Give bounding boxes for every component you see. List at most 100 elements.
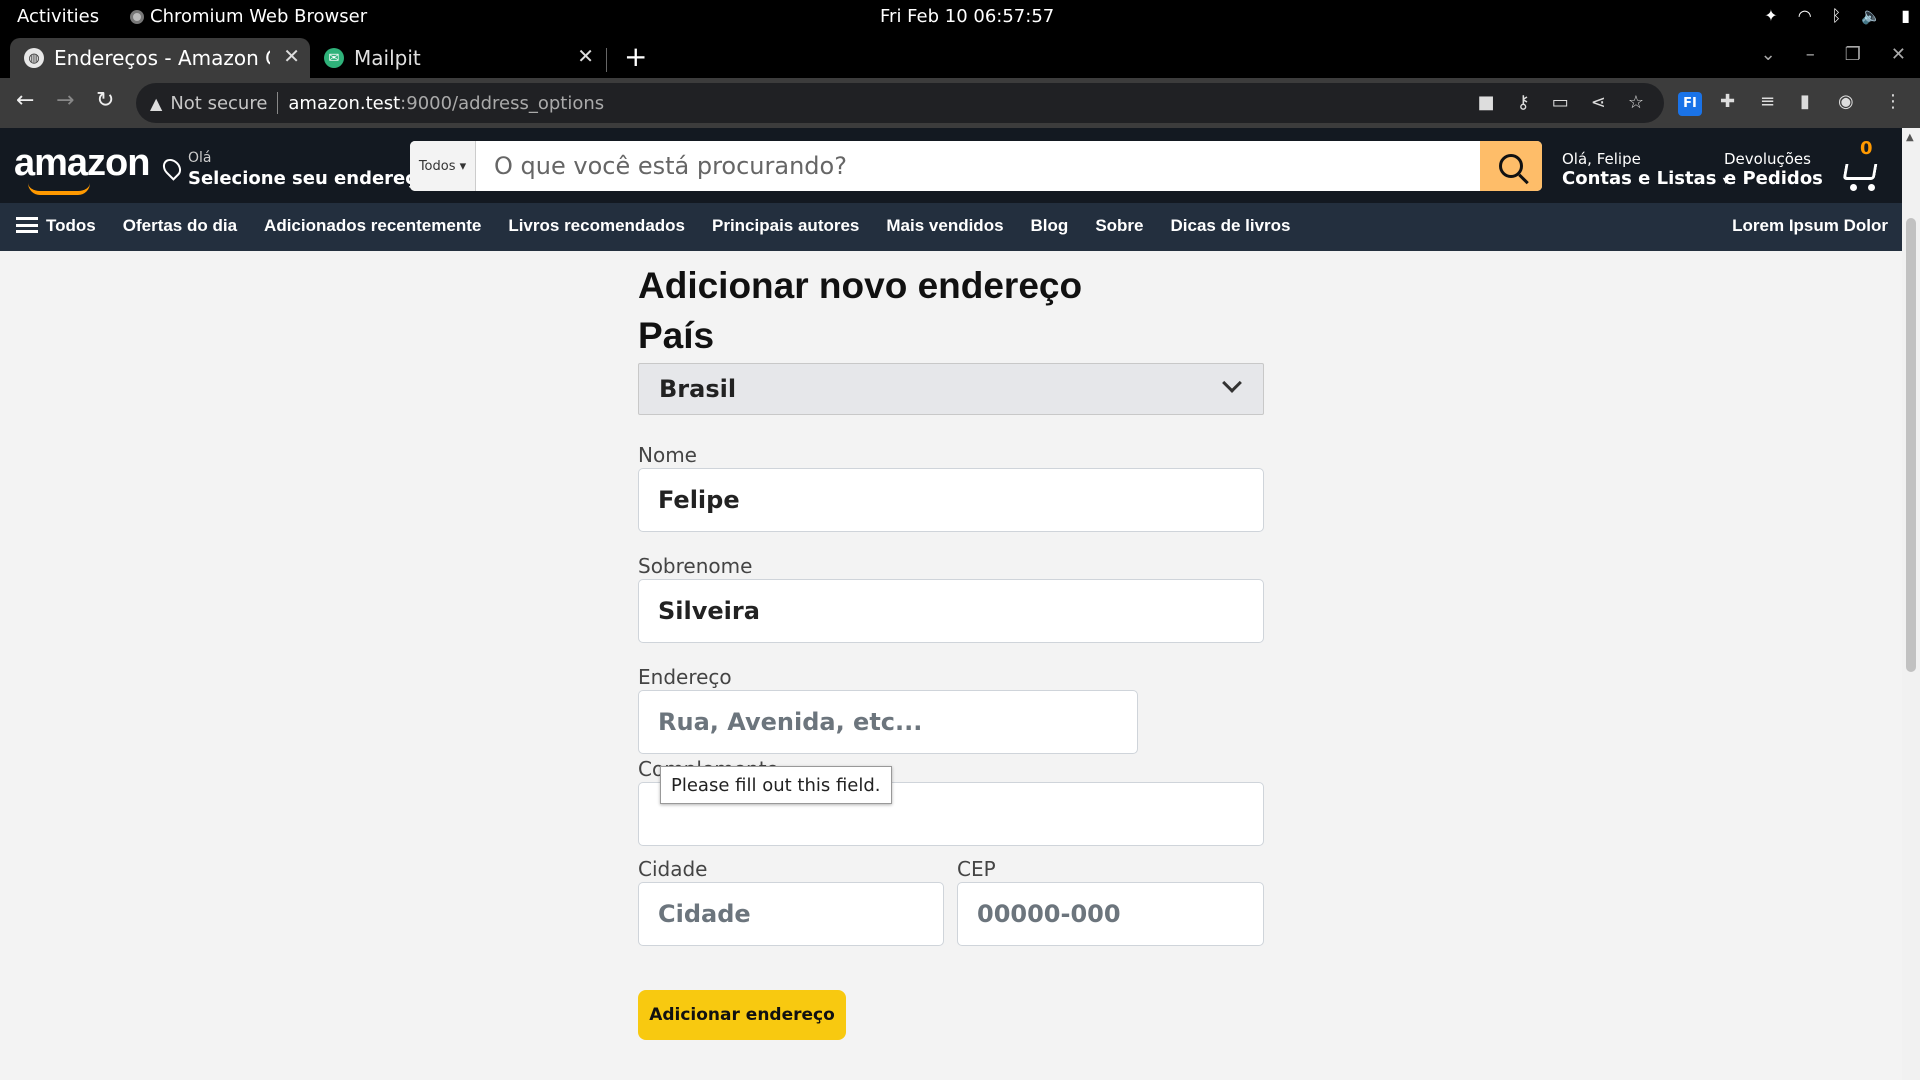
chromium-icon <box>130 9 144 24</box>
url-host: amazon.test <box>288 92 401 114</box>
extension-fi-icon[interactable]: FI <box>1678 91 1702 116</box>
card-icon[interactable]: ▭ <box>1552 92 1569 113</box>
site-header: amazon Olá Selecione seu endereço Todos … <box>0 128 1902 203</box>
nav-item-adicionados[interactable]: Adicionados recentemente <box>264 216 481 236</box>
key-icon[interactable]: ⚷ <box>1517 92 1530 113</box>
tab-strip: ◍ Endereços - Amazon Clo ✕ ✉ Mailpit ✕ <box>0 34 1920 78</box>
bookmark-star-icon[interactable]: ☆ <box>1628 92 1644 113</box>
accessibility-icon[interactable]: ✦ <box>1764 6 1777 25</box>
tab-title: Mailpit <box>354 46 421 70</box>
forward-icon[interactable]: → <box>56 88 74 113</box>
os-top-bar: Activities Chromium Web Browser Fri Feb … <box>0 0 1920 34</box>
tab-search-icon[interactable]: ⌄ <box>1761 44 1776 65</box>
search-icon <box>1499 154 1523 178</box>
search-input[interactable] <box>476 141 1480 191</box>
account-greeting: Olá, Felipe <box>1562 150 1641 168</box>
share-icon[interactable]: ⋖ <box>1591 92 1606 113</box>
search-category-label: Todos <box>418 158 456 174</box>
nav-item-principais-autores[interactable]: Principais autores <box>712 216 859 236</box>
app-name: Chromium Web Browser <box>150 6 368 27</box>
cart-wheel <box>1868 184 1875 191</box>
amazon-smile-icon <box>28 183 90 195</box>
amazon-logo[interactable]: amazon <box>14 142 150 185</box>
close-window-icon[interactable]: ✕ <box>1891 44 1906 65</box>
first-name-field[interactable] <box>638 468 1264 532</box>
location-prompt: Selecione seu endereço <box>188 168 429 189</box>
window-controls: ⌄ – ❐ ✕ <box>1761 44 1906 65</box>
security-label[interactable]: Not secure <box>170 93 267 114</box>
clock[interactable]: Fri Feb 10 06:57:57 <box>880 6 1054 27</box>
globe-icon: ◍ <box>24 48 44 68</box>
validation-tooltip: Please fill out this field. <box>660 766 892 804</box>
nav-item-promo[interactable]: Lorem Ipsum Dolor <box>1732 216 1888 236</box>
page-scrollbar[interactable]: ▲ <box>1902 128 1920 1080</box>
add-address-button[interactable]: Adicionar endereço <box>638 990 846 1040</box>
activities-button[interactable]: Activities <box>17 6 99 27</box>
city-field[interactable] <box>638 882 944 946</box>
search-button[interactable] <box>1480 141 1542 191</box>
category-nav: Todos Ofertas do dia Adicionados recente… <box>0 203 1902 251</box>
menu-kebab-icon[interactable]: ⋮ <box>1884 91 1902 112</box>
extensions-puzzle-icon[interactable]: ✚ <box>1720 91 1735 112</box>
reload-icon[interactable]: ↻ <box>96 88 114 113</box>
returns-orders[interactable]: Devoluções e Pedidos <box>1724 150 1823 189</box>
tab-title: Endereços - Amazon Clo <box>54 46 270 70</box>
nav-item-livros-recomendados[interactable]: Livros recomendados <box>508 216 685 236</box>
nav-item-mais-vendidos[interactable]: Mais vendidos <box>886 216 1003 236</box>
maximize-icon[interactable]: ❐ <box>1845 44 1861 65</box>
nav-item-todos[interactable]: Todos <box>16 216 96 236</box>
omnibox-icons: ■ ⚷ ▭ ⋖ ☆ <box>1478 92 1644 113</box>
address-bar[interactable]: ▲ Not secure amazon.test:9000/address_op… <box>136 83 1664 123</box>
bluetooth-icon[interactable]: ᛒ <box>1832 6 1842 25</box>
tab-divider <box>606 48 607 72</box>
media-control-icon[interactable]: ≡ <box>1760 91 1775 112</box>
battery-icon[interactable]: ▮ <box>1901 6 1910 25</box>
volume-icon[interactable]: 🔈 <box>1861 6 1881 25</box>
returns-line2: e Pedidos <box>1724 168 1823 189</box>
last-name-field[interactable] <box>638 579 1264 643</box>
cart-count: 0 <box>1860 138 1873 159</box>
wifi-icon[interactable]: ◠ <box>1798 6 1812 25</box>
nav-item-ofertas[interactable]: Ofertas do dia <box>123 216 237 236</box>
tab-mailpit[interactable]: ✉ Mailpit ✕ <box>318 38 604 78</box>
minimize-icon[interactable]: – <box>1806 44 1815 65</box>
back-icon[interactable]: ← <box>16 88 34 113</box>
scrollbar-thumb[interactable] <box>1906 218 1916 672</box>
cart-icon[interactable]: 0 <box>1838 138 1888 192</box>
city-label: Cidade <box>638 857 708 881</box>
zip-field[interactable] <box>957 882 1264 946</box>
first-name-label: Nome <box>638 443 697 467</box>
country-value: Brasil <box>659 375 737 403</box>
scroll-up-icon[interactable]: ▲ <box>1906 132 1914 143</box>
mailpit-icon: ✉ <box>324 48 344 68</box>
address-field[interactable] <box>638 690 1138 754</box>
app-menu[interactable]: Chromium Web Browser <box>130 6 367 27</box>
omnibox-divider <box>277 92 279 114</box>
side-panel-icon[interactable]: ▮ <box>1800 91 1810 112</box>
account-menu[interactable]: Olá, Felipe Contas e Listas ▾ <box>1562 150 1729 189</box>
search-bar: Todos ▾ <box>410 141 1542 191</box>
address-label: Endereço <box>638 665 732 689</box>
close-tab-icon[interactable]: ✕ <box>283 44 300 68</box>
country-label: País <box>638 315 715 356</box>
nav-item-sobre[interactable]: Sobre <box>1095 216 1143 236</box>
chevron-down-icon <box>1222 373 1242 393</box>
account-lists-label: Contas e Listas <box>1562 168 1717 189</box>
location-greeting: Olá <box>188 150 212 166</box>
search-category-select[interactable]: Todos ▾ <box>410 141 476 191</box>
cart-wheel <box>1850 184 1857 191</box>
nav-item-dicas[interactable]: Dicas de livros <box>1171 216 1291 236</box>
new-tab-icon[interactable]: + <box>624 40 647 73</box>
camera-icon[interactable]: ■ <box>1478 92 1495 113</box>
nav-item-blog[interactable]: Blog <box>1031 216 1069 236</box>
profile-avatar-icon[interactable]: ◉ <box>1838 91 1854 112</box>
close-tab-icon[interactable]: ✕ <box>577 44 594 68</box>
page-title: Adicionar novo endereço <box>638 265 1083 306</box>
warning-icon[interactable]: ▲ <box>150 94 162 113</box>
nav-item-label: Todos <box>46 216 96 235</box>
tab-enderecos[interactable]: ◍ Endereços - Amazon Clo ✕ <box>10 38 310 78</box>
returns-line1: Devoluções <box>1724 150 1811 168</box>
country-select[interactable]: Brasil <box>638 363 1264 415</box>
browser-toolbar: ← → ↻ ▲ Not secure amazon.test:9000/addr… <box>0 78 1920 128</box>
system-tray[interactable]: ✦ ◠ ᛒ 🔈 ▮ <box>1764 6 1910 25</box>
